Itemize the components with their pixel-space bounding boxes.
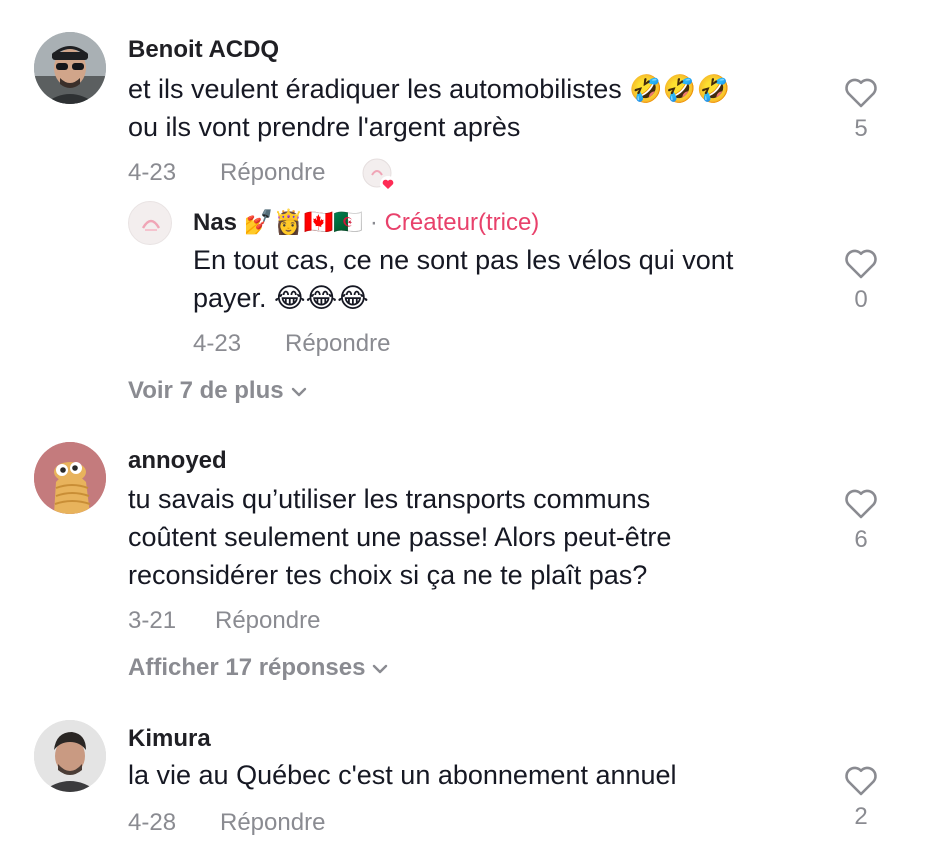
man-sunglasses-avatar-icon [34,32,106,104]
reply-username-row: Nas 💅👸🇨🇦🇩🇿 · Créateur(trice) [193,208,539,237]
like-button[interactable]: 6 [836,489,886,554]
comment-text-line: tu savais qu’utiliser les transports com… [128,480,650,518]
reply-date: 4-23 [193,330,242,357]
comment-text: la vie au Québec c'est un abonnement ann… [128,760,677,790]
like-count: 6 [854,526,868,553]
comment-text: reconsidérer tes choix si ça ne te plaît… [128,560,648,590]
avatar[interactable] [34,32,106,104]
man-photo-avatar-icon [34,720,106,792]
comment-text-line: reconsidérer tes choix si ça ne te plaît… [128,556,647,594]
creator-badge: Créateur(trice) [384,209,540,236]
comment-date: 4-28 [128,809,177,836]
reply-button[interactable]: Répondre [215,607,320,635]
heart-icon [380,176,396,192]
comment-text: tu savais qu’utiliser les transports com… [128,484,651,514]
heart-outline-icon [845,78,877,108]
like-button[interactable]: 5 [836,78,886,143]
comment-text-line: ou ils vont prendre l'argent après [128,108,520,146]
like-button[interactable]: 2 [836,766,886,831]
reply-button[interactable]: Répondre [285,330,390,358]
heart-outline-icon [845,766,877,796]
comment-text: et ils veulent éradiquer les automobilis… [128,74,731,104]
comment-username[interactable]: annoyed [128,447,227,475]
reply-text-line: En tout cas, ce ne sont pas les vélos qu… [193,241,733,279]
separator-dot: · [369,209,378,236]
comment-text: ou ils vont prendre l'argent après [128,112,521,142]
comment-username[interactable]: Benoit ACDQ [128,36,279,64]
like-count: 0 [854,286,868,313]
comment-date: 3-21 [128,607,177,634]
username-emojis: 💅👸🇨🇦🇩🇿 [243,208,364,236]
reply-text: payer. 😂😂😂 [193,283,369,313]
like-count: 5 [854,115,868,142]
avatar[interactable] [34,442,106,514]
avatar[interactable] [128,201,172,245]
heart-outline-icon [845,249,877,279]
creator-logo-icon [141,219,161,231]
comment-text-line: la vie au Québec c'est un abonnement ann… [128,756,677,794]
comment-username[interactable]: Kimura [128,725,211,753]
view-more-label: Voir 7 de plus [128,377,284,404]
comment-date: 4-23 [128,159,177,186]
chevron-down-icon [373,664,388,673]
view-more-replies-button[interactable]: Afficher 17 réponses [128,654,389,682]
avatar[interactable] [34,720,106,792]
view-more-label: Afficher 17 réponses [128,654,366,681]
like-button[interactable]: 0 [836,249,886,314]
heart-outline-icon [845,489,877,519]
reply-button[interactable]: Répondre [220,159,325,187]
comment-text: coûtent seulement une passe! Alors peut-… [128,522,672,552]
chevron-down-icon [291,387,306,396]
creator-liked-badge [362,158,396,192]
reply-text: En tout cas, ce ne sont pas les vélos qu… [193,245,734,275]
comment-text-line: et ils veulent éradiquer les automobilis… [128,70,730,108]
reply-username[interactable]: Nas [193,209,237,236]
reply-text-line: payer. 😂😂😂 [193,279,369,317]
comment-text-line: coûtent seulement une passe! Alors peut-… [128,518,671,556]
cartoon-creature-avatar-icon [34,442,106,514]
like-count: 2 [854,803,868,830]
reply-button[interactable]: Répondre [220,809,325,837]
view-more-replies-button[interactable]: Voir 7 de plus [128,377,308,405]
